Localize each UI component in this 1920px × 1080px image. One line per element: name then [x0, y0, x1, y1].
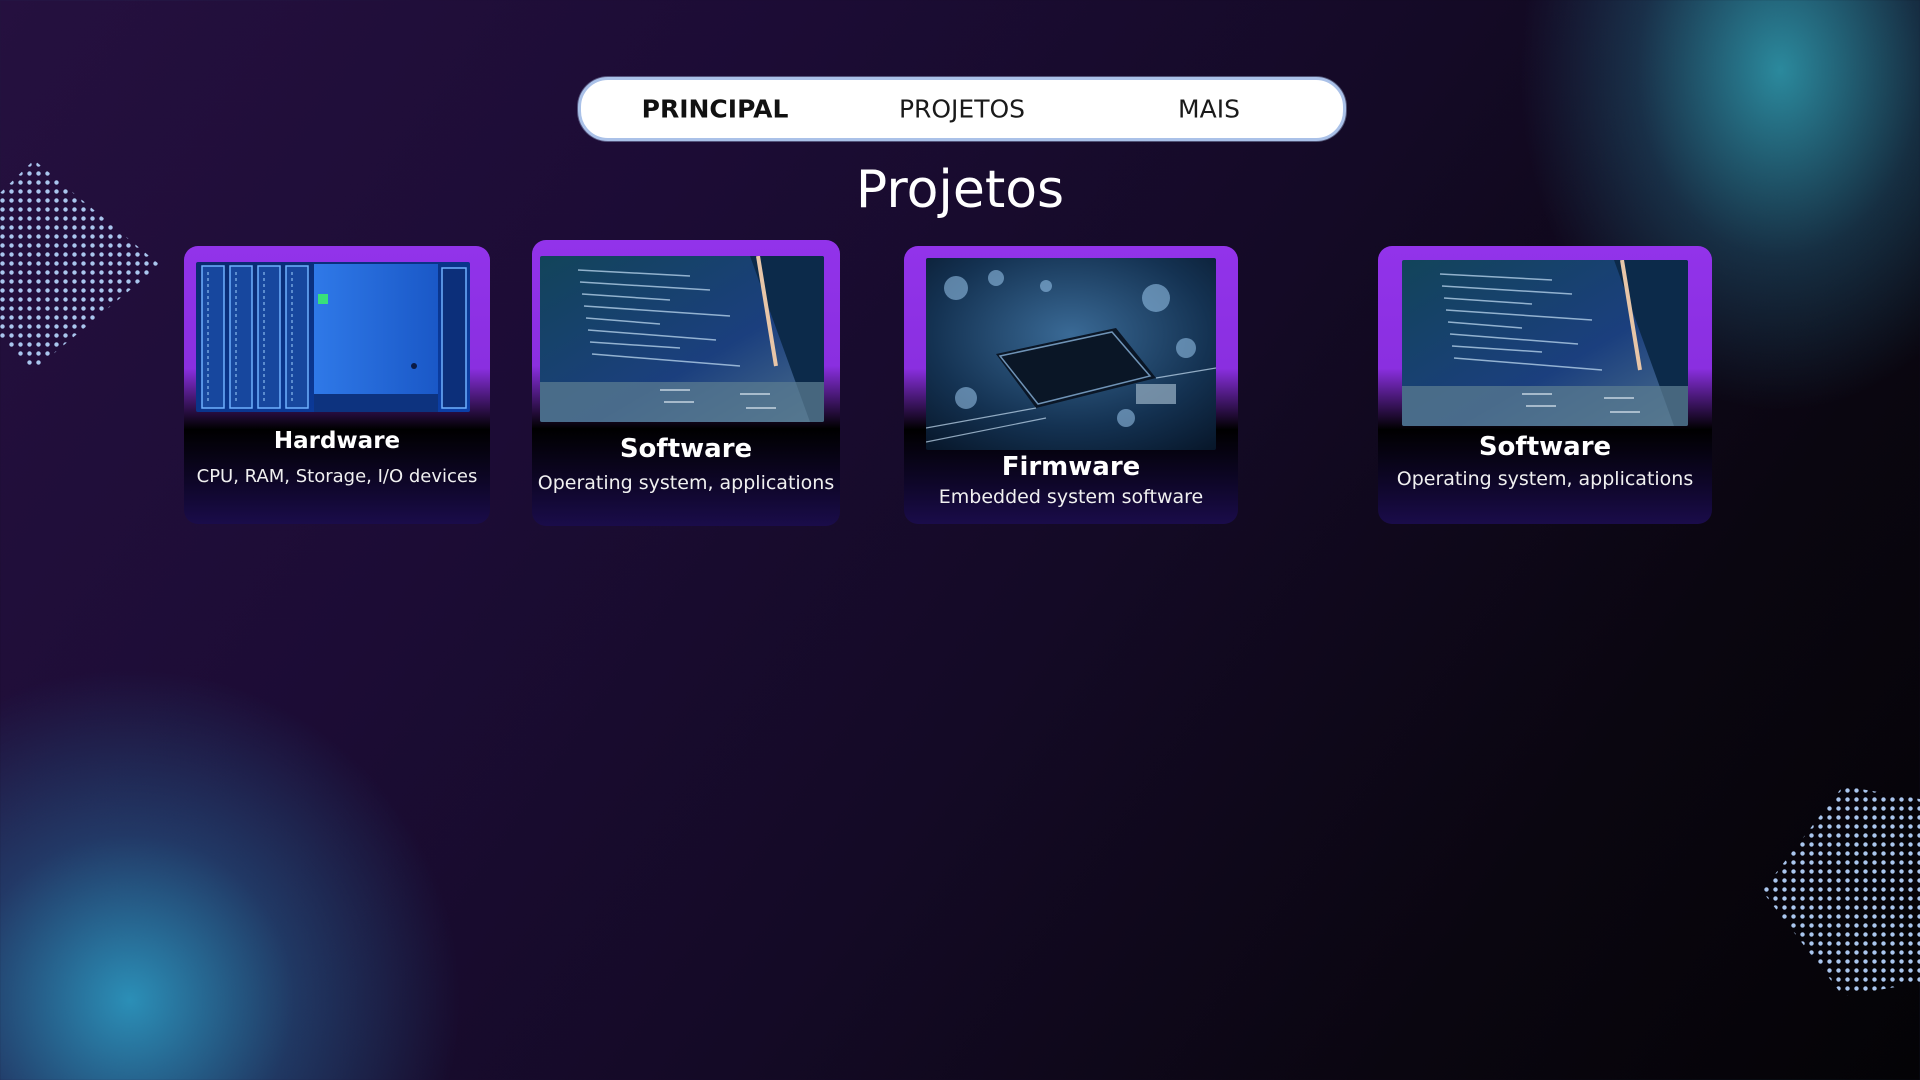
card-title: Firmware [1001, 452, 1141, 482]
nav-item-projetos[interactable]: PROJETOS [899, 95, 1025, 124]
dot-pattern-left [0, 160, 160, 370]
top-nav: PRINCIPAL PROJETOS MAIS [578, 77, 1346, 141]
nav-item-mais[interactable]: MAIS [1178, 95, 1240, 124]
card-description: CPU, RAM, Storage, I/O devices [196, 466, 478, 487]
project-card-hardware[interactable]: Hardware CPU, RAM, Storage, I/O devices [184, 246, 490, 524]
card-title: Software [619, 434, 753, 464]
terminal-screen-image [540, 256, 824, 422]
nav-item-principal[interactable]: PRINCIPAL [642, 95, 789, 124]
card-title: Software [1478, 432, 1612, 462]
project-card-firmware[interactable]: Firmware Embedded system software [904, 246, 1238, 524]
project-card-software[interactable]: Software Operating system, applications [532, 240, 840, 526]
card-description: Embedded system software [938, 486, 1204, 508]
server-rack-image [196, 262, 470, 412]
card-description: Operating system, applications [537, 472, 835, 494]
page-title: Projetos [855, 160, 1065, 220]
card-title: Hardware [273, 428, 401, 454]
circuit-board-image [926, 258, 1216, 450]
project-card-software-2[interactable]: Software Operating system, applications [1378, 246, 1712, 524]
terminal-screen-image [1402, 260, 1688, 426]
card-description: Operating system, applications [1396, 468, 1694, 490]
dot-pattern-right [1762, 786, 1920, 996]
